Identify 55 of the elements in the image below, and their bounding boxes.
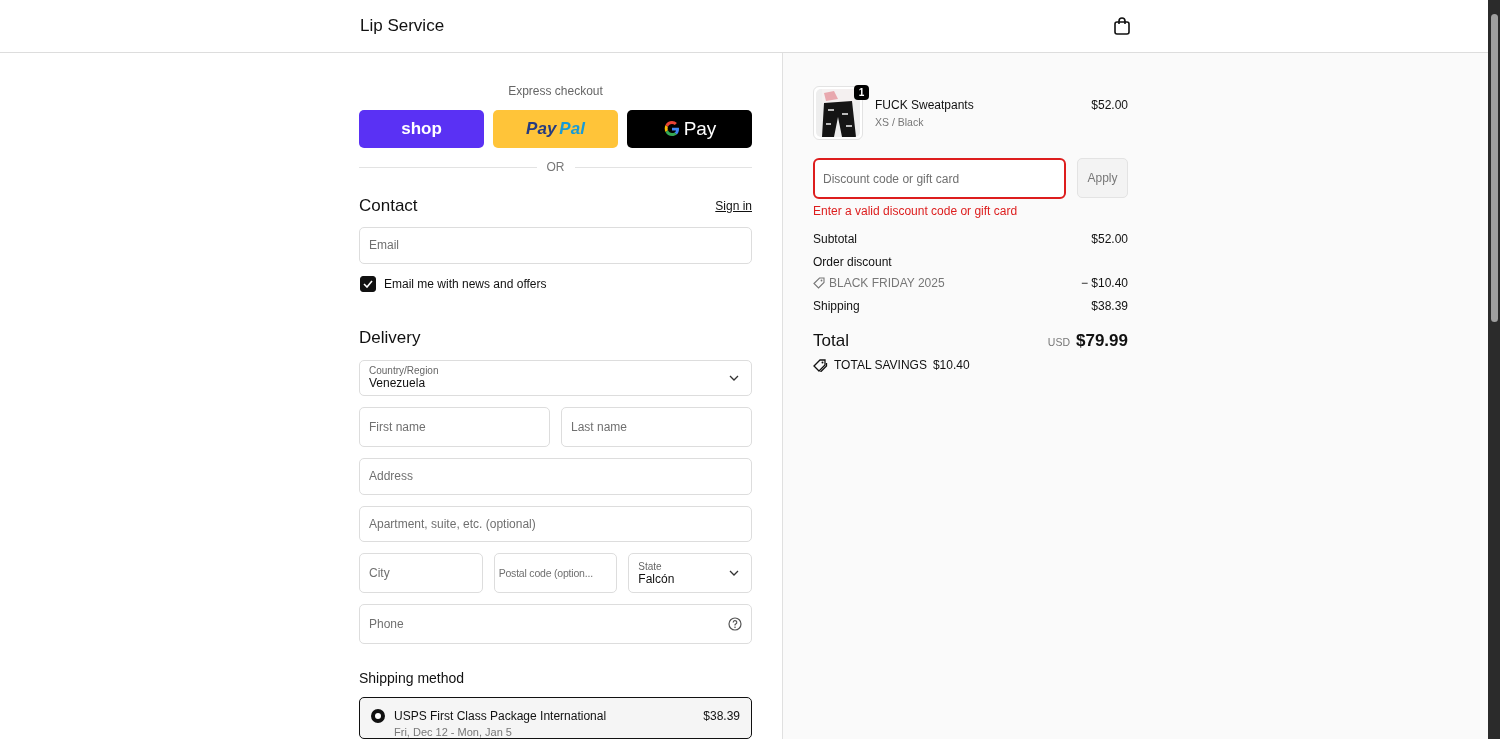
shipping-option-dates: Fri, Dec 12 - Mon, Jan 5: [394, 726, 513, 738]
shipping-value: $38.39: [1091, 299, 1128, 313]
paypal-button[interactable]: Pay Pal: [493, 110, 618, 148]
discount-code-field[interactable]: Discount code or gift card: [813, 158, 1066, 199]
newsletter-label: Email me with news and offers: [384, 276, 547, 291]
city-field[interactable]: City: [359, 553, 483, 593]
shipping-option-price: $38.39: [703, 709, 740, 723]
express-checkout-title: Express checkout: [507, 84, 604, 98]
contact-heading: Contact: [359, 196, 418, 216]
tag-icon: [813, 277, 825, 289]
last-name-field[interactable]: Last name: [561, 407, 752, 447]
newsletter-checkbox[interactable]: [360, 275, 376, 292]
total-savings-label: TOTAL SAVINGS: [834, 358, 927, 372]
scrollbar[interactable]: [1488, 0, 1500, 739]
postal-code-field[interactable]: Postal code (option...: [493, 553, 618, 593]
radio-button[interactable]: [371, 709, 385, 723]
quantity-badge: 1: [854, 85, 869, 100]
subtotal-value: $52.00: [1091, 232, 1128, 246]
store-name[interactable]: Lip Service: [360, 16, 445, 36]
product-variant: XS / Black: [875, 116, 925, 128]
apartment-field[interactable]: Apartment, suite, etc. (optional): [359, 505, 752, 542]
error-message: Enter a valid discount code or gift card: [813, 204, 1019, 218]
email-field[interactable]: Email: [359, 227, 752, 264]
product-name: FUCK Sweatpants: [875, 98, 975, 112]
tags-icon: [813, 358, 828, 372]
chevron-down-icon: [729, 374, 739, 381]
sign-in-link[interactable]: Sign in: [715, 199, 752, 213]
help-icon[interactable]: [728, 617, 742, 631]
country-select[interactable]: Country/Region Venezuela: [359, 359, 752, 396]
shipping-option[interactable]: USPS First Class Package International $38.39 Fri, Dec 12 - Mon, Jan 5: [359, 697, 752, 739]
g-logo-icon: [662, 120, 681, 138]
discount-code: BLACK FRIDAY 2025: [829, 276, 945, 290]
order-discount-label: Order discount: [813, 255, 892, 269]
shopping-bag-icon[interactable]: [1114, 17, 1130, 35]
checkmark-icon: [363, 279, 373, 288]
product-price: $52.00: [1091, 97, 1128, 112]
or-divider-text: OR: [546, 160, 565, 174]
first-name-field[interactable]: First name: [359, 407, 550, 447]
discount-value: − $10.40: [1080, 276, 1128, 290]
shipping-method-heading: Shipping method: [359, 670, 466, 686]
total-label: Total: [813, 331, 849, 351]
subtotal-label: Subtotal: [813, 232, 858, 246]
shop-pay-button[interactable]: shop: [359, 110, 484, 148]
google-pay-button[interactable]: Pay: [627, 110, 752, 148]
delivery-heading: Delivery: [359, 327, 422, 348]
shipping-label: Shipping: [813, 299, 860, 313]
total-savings-value: $10.40: [932, 358, 970, 372]
currency-code: USD: [1047, 336, 1070, 348]
state-select[interactable]: State Falcón: [628, 553, 752, 593]
phone-field[interactable]: Phone: [359, 604, 752, 644]
address-field[interactable]: Address: [359, 458, 752, 495]
shipping-option-name: USPS First Class Package International: [394, 709, 608, 723]
apply-button[interactable]: Apply: [1077, 158, 1128, 198]
chevron-down-icon: [729, 570, 739, 576]
total-value: $79.99: [1076, 331, 1128, 351]
